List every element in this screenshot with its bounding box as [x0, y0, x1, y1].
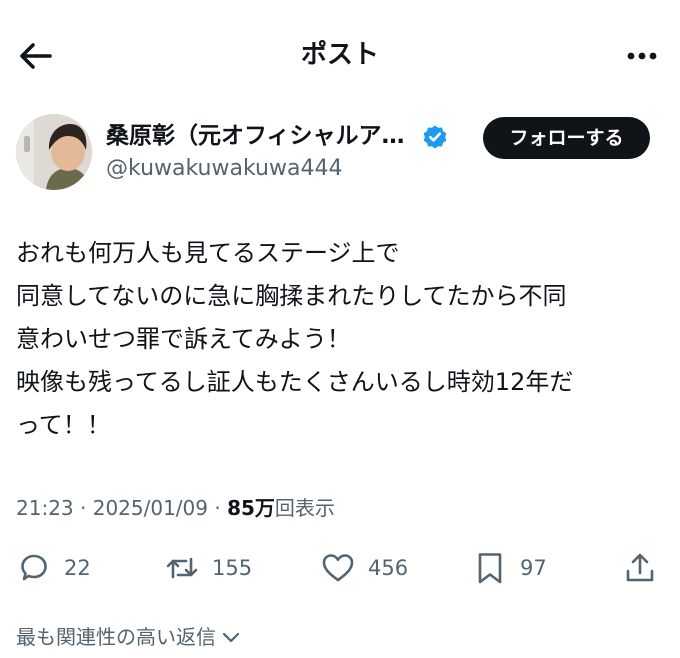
meta-separator: ·	[208, 496, 228, 520]
back-button[interactable]	[16, 36, 56, 76]
tweet-line: 映像も残ってるし証人もたくさんいるし時効12年だ	[16, 368, 574, 396]
repost-count: 155	[212, 556, 253, 580]
reply-icon	[21, 554, 47, 581]
tweet-text: おれも何万人も見てるステージ上で 同意してないのに急に胸揉まれたりしてたから不同…	[16, 232, 666, 447]
tweet-date[interactable]: 2025/01/09	[93, 496, 208, 520]
chevron-down-icon	[222, 632, 240, 643]
replies-sort-label: 最も関連性の高い返信	[16, 625, 216, 649]
reply-count: 22	[64, 556, 91, 580]
tweet-line: 同意してないのに急に胸揉まれたりしてたから不同	[16, 282, 567, 310]
share-icon	[626, 553, 654, 582]
like-button[interactable]: 456	[320, 548, 408, 588]
follow-button[interactable]: フォローする	[483, 117, 650, 159]
bookmark-button[interactable]: 97	[472, 548, 547, 588]
like-count: 456	[368, 556, 409, 580]
more-options-button[interactable]	[622, 36, 662, 76]
more-horizontal-icon	[627, 52, 657, 60]
verified-badge-icon	[423, 125, 447, 149]
meta-separator: ·	[73, 496, 93, 520]
top-bar: ポスト	[0, 0, 680, 108]
display-name[interactable]: 桑原彰（元オフィシャルア…	[106, 121, 405, 151]
heart-icon	[322, 554, 354, 582]
views-label: 回表示	[274, 496, 335, 520]
reply-button[interactable]: 22	[16, 548, 91, 588]
tweet-line: って！！	[16, 411, 111, 439]
page-title: ポスト	[300, 40, 379, 70]
repost-button[interactable]: 155	[164, 548, 252, 588]
avatar[interactable]	[16, 114, 92, 190]
tweet-line: おれも何万人も見てるステージ上で	[16, 239, 400, 267]
views-count: 85万	[227, 496, 275, 520]
bookmark-count: 97	[520, 556, 547, 580]
bookmark-icon	[478, 553, 502, 584]
action-bar: 22 155 456 97	[0, 548, 680, 592]
share-button[interactable]	[622, 548, 658, 588]
profile-photo	[16, 114, 92, 190]
tweet-meta: 21:23 · 2025/01/09 · 85万回表示	[16, 494, 335, 522]
user-handle[interactable]: @kuwakuwakuwa444	[106, 155, 342, 183]
replies-sort-dropdown[interactable]: 最も関連性の高い返信	[16, 622, 242, 652]
arrow-left-icon	[20, 43, 52, 69]
repost-icon	[166, 557, 198, 579]
tweet-time[interactable]: 21:23	[16, 496, 74, 520]
tweet-line: 意わいせつ罪で訴えてみよう！	[16, 325, 351, 353]
